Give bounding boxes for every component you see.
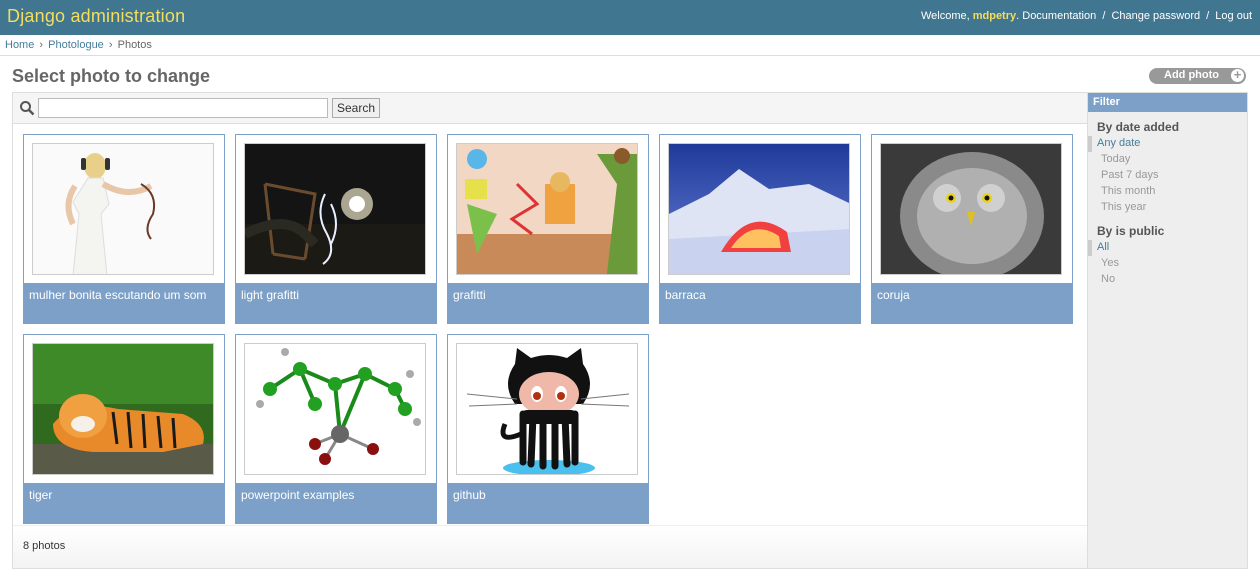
woman-with-headphones-photo bbox=[33, 144, 213, 274]
documentation-link[interactable]: Documentation bbox=[1022, 10, 1096, 22]
search-toolbar: Search bbox=[13, 93, 1087, 124]
photo-title[interactable]: coruja bbox=[872, 283, 1072, 323]
photo-title[interactable]: powerpoint examples bbox=[236, 483, 436, 523]
filter-option-any-date[interactable]: Any date bbox=[1088, 136, 1247, 152]
filter-date-options: Any date Today Past 7 days This month Th… bbox=[1088, 136, 1247, 216]
breadcrumb-home[interactable]: Home bbox=[5, 39, 34, 51]
filter-option-today[interactable]: Today bbox=[1088, 152, 1247, 168]
filter-title: Filter bbox=[1088, 93, 1247, 112]
breadcrumb-photologue[interactable]: Photologue bbox=[48, 39, 104, 51]
photo-title[interactable]: tiger bbox=[24, 483, 224, 523]
photo-card[interactable]: github bbox=[447, 334, 649, 524]
result-count: 8 photos bbox=[13, 525, 1087, 568]
add-photo-button[interactable]: Add photo + bbox=[1149, 68, 1246, 84]
photo-title[interactable]: light grafitti bbox=[236, 283, 436, 323]
photo-thumbnail[interactable] bbox=[32, 143, 214, 275]
molecule-photo bbox=[245, 344, 425, 474]
light-graffiti-photo bbox=[245, 144, 425, 274]
octocat-photo bbox=[457, 344, 637, 474]
filter-option-this-month[interactable]: This month bbox=[1088, 184, 1247, 200]
filter-option-yes[interactable]: Yes bbox=[1088, 256, 1247, 272]
breadcrumb-photos: Photos bbox=[117, 39, 152, 51]
plus-icon: + bbox=[1231, 68, 1244, 82]
changelist: Search mulher bonita escutando um som li… bbox=[12, 92, 1088, 569]
photo-title[interactable]: barraca bbox=[660, 283, 860, 323]
photo-title[interactable]: mulher bonita escutando um som bbox=[24, 283, 224, 323]
photo-thumbnail[interactable] bbox=[880, 143, 1062, 275]
photo-thumbnail[interactable] bbox=[244, 143, 426, 275]
photo-thumbnail[interactable] bbox=[32, 343, 214, 475]
photo-thumbnail[interactable] bbox=[668, 143, 850, 275]
photo-card[interactable]: grafitti bbox=[447, 134, 649, 324]
search-input[interactable] bbox=[38, 98, 328, 118]
photo-card[interactable]: powerpoint examples bbox=[235, 334, 437, 524]
tent-photo bbox=[669, 144, 849, 274]
photo-thumbnail[interactable] bbox=[456, 143, 638, 275]
photo-title[interactable]: github bbox=[448, 483, 648, 523]
page-title: Select photo to change bbox=[12, 66, 211, 86]
photo-card[interactable]: mulher bonita escutando um som bbox=[23, 134, 225, 324]
filter-panel: Filter By date added Any date Today Past… bbox=[1088, 92, 1248, 569]
header: Django administration Welcome, mdpetry. … bbox=[0, 0, 1260, 35]
welcome-text: Welcome, bbox=[920, 10, 970, 22]
photo-title[interactable]: grafitti bbox=[448, 283, 648, 323]
filter-group-public: By is public bbox=[1097, 224, 1165, 238]
change-password-link[interactable]: Change password bbox=[1111, 10, 1200, 22]
photo-card[interactable]: coruja bbox=[871, 134, 1073, 324]
user-tools: Welcome, mdpetry. Documentation / Change… bbox=[920, 10, 1252, 22]
photo-card[interactable]: barraca bbox=[659, 134, 861, 324]
search-button[interactable]: Search bbox=[332, 98, 380, 118]
filter-option-past-7-days[interactable]: Past 7 days bbox=[1088, 168, 1247, 184]
photo-thumbnail[interactable] bbox=[244, 343, 426, 475]
owl-photo bbox=[881, 144, 1061, 274]
add-photo-label: Add photo bbox=[1164, 69, 1219, 81]
breadcrumb: Home › Photologue › Photos bbox=[0, 35, 1260, 56]
graffiti-photo bbox=[457, 144, 637, 274]
site-title[interactable]: Django administration bbox=[7, 6, 185, 27]
filter-group-date: By date added bbox=[1097, 120, 1180, 134]
logout-link[interactable]: Log out bbox=[1215, 10, 1252, 22]
filter-option-no[interactable]: No bbox=[1088, 272, 1247, 288]
filter-public-options: All Yes No bbox=[1088, 240, 1247, 288]
tiger-photo bbox=[33, 344, 213, 474]
photo-thumbnail[interactable] bbox=[456, 343, 638, 475]
filter-option-all[interactable]: All bbox=[1088, 240, 1247, 256]
photo-card[interactable]: tiger bbox=[23, 334, 225, 524]
filter-option-this-year[interactable]: This year bbox=[1088, 200, 1247, 216]
username: mdpetry bbox=[972, 10, 1017, 22]
search-icon bbox=[20, 101, 35, 116]
photo-card[interactable]: light grafitti bbox=[235, 134, 437, 324]
